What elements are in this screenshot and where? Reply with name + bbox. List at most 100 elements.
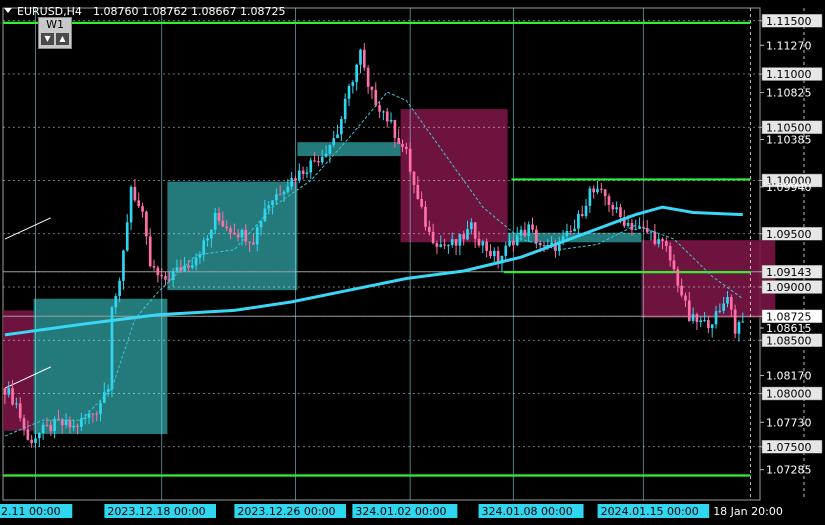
bear-candle (366, 67, 370, 87)
bear-candle (676, 269, 680, 286)
bull-candle (492, 250, 496, 257)
bull-candle (106, 389, 110, 392)
supply-zone-box (3, 310, 34, 431)
bull-candle (699, 320, 703, 323)
bear-candle (668, 245, 672, 261)
bear-candle (378, 105, 381, 112)
bull-candle (324, 153, 328, 157)
bear-candle (95, 413, 99, 415)
bull-candle (466, 229, 469, 240)
bull-candle (527, 224, 531, 236)
bear-candle (680, 285, 683, 296)
bull-candle (481, 241, 485, 246)
bear-candle (661, 238, 664, 242)
bear-candle (427, 226, 431, 232)
x-tick-label: 324.01.08 00:00 (482, 505, 573, 518)
bull-candle (626, 222, 630, 226)
scroll-down-icon[interactable]: ▼ (41, 33, 54, 45)
bull-candle (198, 254, 202, 258)
bear-candle (420, 199, 423, 207)
bear-candle (137, 200, 141, 207)
bear-candle (531, 224, 534, 230)
bear-candle (236, 234, 240, 238)
bear-candle (684, 295, 687, 301)
bear-candle (393, 119, 397, 138)
bull-candle (450, 239, 454, 245)
bear-candle (217, 213, 221, 221)
bull-candle (382, 111, 385, 113)
bull-candle (7, 388, 11, 395)
bull-candle (615, 207, 618, 210)
bear-candle (385, 111, 389, 122)
bull-candle (351, 82, 355, 86)
bull-candle (634, 229, 638, 231)
bear-candle (225, 226, 228, 229)
bear-candle (294, 178, 297, 181)
bull-candle (271, 200, 274, 206)
demand-zone-box (297, 142, 401, 157)
bull-candle (41, 424, 45, 433)
bear-candle (252, 242, 255, 245)
scroll-up-icon[interactable]: ▲ (56, 33, 69, 45)
timeframe-label: W1 (46, 18, 64, 31)
y-tick-label: 1.08615 (766, 322, 812, 335)
bull-candle (72, 425, 76, 428)
bull-candle (718, 310, 722, 312)
bear-candle (401, 143, 404, 147)
y-tick-label: 1.11270 (766, 39, 812, 52)
bear-candle (167, 279, 171, 281)
bear-candle (485, 241, 488, 251)
bear-candle (580, 213, 584, 216)
bull-candle (202, 240, 206, 255)
bull-candle (741, 321, 745, 323)
trendline (4, 217, 52, 240)
bull-candle (255, 227, 259, 245)
supply-zone-box (400, 109, 508, 243)
bear-candle (733, 309, 737, 334)
bull-candle (34, 438, 37, 444)
ohlc-label: 1.08760 1.08762 1.08667 1.08725 (93, 5, 285, 18)
y-tick-label: 1.07730 (766, 416, 812, 429)
bull-candle (114, 296, 118, 308)
y-tick-label: 1.10500 (766, 121, 812, 134)
bull-candle (259, 221, 263, 228)
bear-candle (229, 228, 232, 233)
bear-candle (630, 222, 634, 230)
bull-candle (129, 186, 133, 223)
y-tick-label: 1.10385 (766, 134, 812, 147)
bear-candle (687, 300, 691, 321)
bull-candle (267, 205, 271, 209)
bull-candle (87, 413, 91, 418)
bull-candle (508, 240, 511, 246)
bull-candle (515, 235, 519, 246)
bear-candle (729, 296, 733, 310)
bull-candle (439, 244, 443, 247)
bear-candle (408, 148, 412, 172)
timeframe-button[interactable]: W1 ▼ ▲ (38, 17, 72, 49)
x-tick-label: 3.12.11 00:00 (0, 505, 61, 518)
y-tick-label: 1.09143 (766, 266, 812, 279)
bear-candle (435, 243, 439, 247)
supply-zone-box (641, 240, 776, 318)
x-tick-label: 2024.01.15 00:00 (601, 505, 699, 518)
bull-candle (297, 170, 301, 181)
bear-candle (569, 230, 573, 232)
bull-candle (389, 119, 393, 122)
bull-candle (565, 230, 569, 237)
bull-candle (504, 245, 508, 256)
bear-candle (599, 188, 603, 190)
y-tick-label: 1.11000 (766, 68, 812, 81)
y-tick-label: 1.07285 (766, 464, 812, 477)
bear-candle (695, 314, 699, 323)
bear-candle (187, 265, 190, 268)
demand-zone-box (167, 181, 298, 291)
chart-area[interactable]: 1.11500 1.11270 1.11000 1.10825 1.105001.103… (0, 0, 825, 525)
bear-candle (592, 188, 596, 193)
bull-candle (470, 222, 473, 230)
bull-candle (714, 311, 718, 325)
bear-candle (619, 207, 622, 218)
bear-candle (221, 220, 225, 227)
bull-candle (240, 229, 244, 238)
bull-candle (340, 119, 343, 135)
bull-candle (118, 280, 121, 297)
